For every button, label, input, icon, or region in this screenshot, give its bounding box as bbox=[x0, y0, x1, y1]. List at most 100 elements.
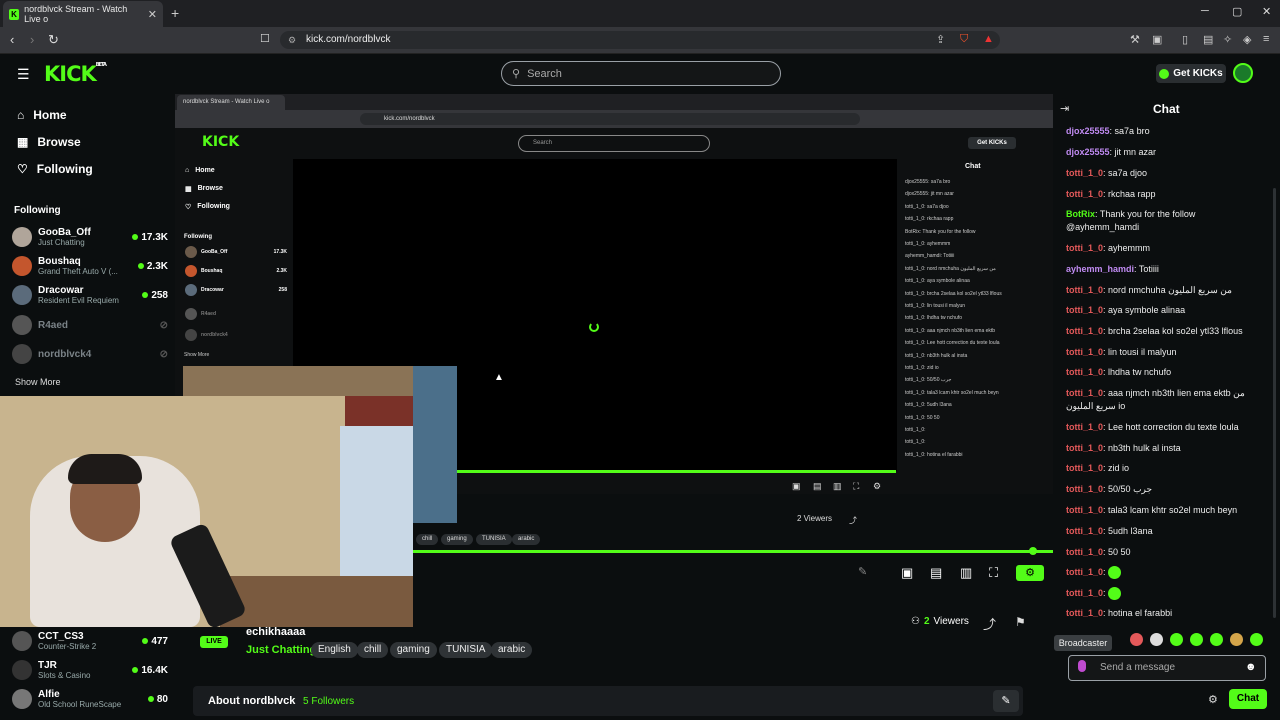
chat-username[interactable]: totti_1_0 bbox=[1066, 326, 1103, 336]
chat-username[interactable]: totti_1_0 bbox=[1066, 168, 1103, 178]
stream-tag[interactable]: arabic bbox=[491, 642, 533, 658]
chat-settings-icon[interactable]: ⚙ bbox=[1208, 693, 1218, 706]
chat-username[interactable]: totti_1_0 bbox=[1066, 608, 1103, 618]
get-kicks-button[interactable]: Get KICKs bbox=[1156, 64, 1226, 83]
emoji-picker-icon[interactable]: ☻ bbox=[1245, 661, 1257, 673]
emote-icon[interactable] bbox=[1150, 633, 1163, 646]
following-item[interactable]: Dracowar Resident Evil Requiem 258 bbox=[12, 282, 168, 308]
emote-icon[interactable] bbox=[1210, 633, 1223, 646]
kick-logo[interactable]: KICKBETA bbox=[44, 62, 107, 86]
chat-username[interactable]: totti_1_0 bbox=[1066, 189, 1103, 199]
following-item[interactable]: TJR Slots & Casino 16.4K bbox=[12, 657, 168, 683]
chat-username[interactable]: totti_1_0 bbox=[1066, 484, 1103, 494]
chat-username[interactable]: totti_1_0 bbox=[1066, 305, 1103, 315]
chat-username[interactable]: djox25555 bbox=[1066, 126, 1110, 136]
chat-username[interactable]: BotRix bbox=[1066, 209, 1095, 219]
emote-icon[interactable] bbox=[1170, 633, 1183, 646]
maximize-icon[interactable]: ▢ bbox=[1232, 5, 1242, 18]
reload-icon[interactable]: ↻ bbox=[48, 32, 59, 48]
send-chat-button[interactable]: Chat bbox=[1229, 689, 1267, 709]
chat-username[interactable]: djox25555 bbox=[1066, 147, 1110, 157]
chat-username[interactable]: totti_1_0 bbox=[1066, 243, 1103, 253]
streamer-name[interactable]: echikhaaaa bbox=[246, 626, 305, 638]
broadcaster-badge-icon[interactable] bbox=[1078, 660, 1086, 672]
close-window-icon[interactable]: ✕ bbox=[1262, 5, 1271, 18]
nav-home[interactable]: ⌂ Home bbox=[17, 108, 67, 122]
close-tab-icon[interactable]: ✕ bbox=[148, 8, 157, 21]
back-icon[interactable]: ‹ bbox=[10, 32, 14, 47]
chat-username[interactable]: totti_1_0 bbox=[1066, 347, 1103, 357]
stream-tag[interactable]: gaming bbox=[390, 642, 437, 658]
chat-username[interactable]: totti_1_0 bbox=[1066, 443, 1103, 453]
share-icon[interactable]: ⇪ bbox=[936, 33, 945, 46]
pip-icon[interactable]: ▥ bbox=[960, 565, 972, 581]
chat-username[interactable]: totti_1_0 bbox=[1066, 526, 1103, 536]
chat-username[interactable]: totti_1_0 bbox=[1066, 367, 1103, 377]
stream-tag[interactable]: chill bbox=[357, 642, 389, 658]
chat-message-input[interactable]: Send a message bbox=[1068, 655, 1266, 681]
chat-scrollbar[interactable] bbox=[1273, 188, 1276, 618]
nav-following[interactable]: ♡ Following bbox=[17, 162, 93, 176]
nested-viewer-count: 17.3K bbox=[273, 249, 287, 255]
bookmark-icon[interactable]: ☐ bbox=[260, 32, 270, 45]
minimize-icon[interactable]: ─ bbox=[1201, 5, 1209, 17]
stream-tag[interactable]: TUNISIA bbox=[439, 642, 493, 658]
chat-username[interactable]: totti_1_0 bbox=[1066, 547, 1103, 557]
chat-username[interactable]: totti_1_0 bbox=[1066, 463, 1103, 473]
menu-icon[interactable]: ≡ bbox=[1263, 33, 1269, 45]
emote-icon[interactable] bbox=[1230, 633, 1243, 646]
wallet-icon[interactable]: ▤ bbox=[1203, 33, 1213, 46]
nested-nav-label: Browse bbox=[197, 185, 223, 192]
edit-about-button[interactable]: ✎ bbox=[993, 690, 1019, 712]
search-input[interactable]: ⚲ Search bbox=[501, 61, 781, 86]
chat-username[interactable]: totti_1_0 bbox=[1066, 388, 1103, 398]
browser-tab[interactable]: K nordblvck Stream - Watch Live o ✕ bbox=[3, 1, 163, 27]
forward-icon[interactable]: › bbox=[30, 32, 34, 47]
address-bar[interactable]: ⚙ kick.com/nordblvck bbox=[280, 31, 1000, 49]
chat-username[interactable]: totti_1_0 bbox=[1066, 588, 1103, 598]
nested-tag: gaming bbox=[441, 534, 473, 545]
screenshot-icon[interactable]: ▣ bbox=[1152, 33, 1162, 46]
share-icon[interactable]: ⤴ bbox=[983, 614, 996, 633]
heart-icon: ♡ bbox=[17, 162, 28, 176]
theater-mode-icon[interactable]: ▣ bbox=[901, 565, 913, 581]
chat-username[interactable]: totti_1_0 bbox=[1066, 567, 1103, 577]
brave-rewards-icon[interactable]: ▲ bbox=[983, 33, 994, 45]
following-item[interactable]: GooBa_Off Just Chatting 17.3K bbox=[12, 224, 168, 250]
chat-username[interactable]: totti_1_0 bbox=[1066, 505, 1103, 515]
nested-share-icon: ⤴ bbox=[849, 516, 857, 525]
collapse-chat-icon[interactable]: ⇥ bbox=[1060, 102, 1069, 115]
nav-browse[interactable]: ▦ Browse bbox=[17, 135, 81, 149]
following-item[interactable]: R4aed ⊘ bbox=[12, 312, 168, 338]
following-item[interactable]: nordblvck4 ⊘ bbox=[12, 341, 168, 367]
settings-gear-button[interactable]: ⚙ bbox=[1016, 565, 1044, 581]
brave-shield-icon[interactable]: ⛉ bbox=[960, 33, 968, 46]
emote-icon[interactable] bbox=[1130, 633, 1143, 646]
show-more-link[interactable]: Show More bbox=[15, 377, 61, 387]
following-item[interactable]: Boushaq Grand Theft Auto V (... 2.3K bbox=[12, 253, 168, 279]
user-avatar[interactable] bbox=[1233, 63, 1253, 83]
edit-pen-icon[interactable]: ✎ bbox=[858, 565, 867, 578]
hamburger-menu-icon[interactable]: ☰ bbox=[17, 66, 30, 83]
nested-tag: TUNISIA bbox=[476, 534, 512, 545]
chat-username[interactable]: totti_1_0 bbox=[1066, 285, 1103, 295]
leo-ai-icon[interactable]: ✧ bbox=[1223, 33, 1232, 46]
sidebar-toggle-icon[interactable]: ▯ bbox=[1182, 33, 1188, 46]
following-item[interactable]: CCT_CS3 Counter-Strike 2 477 bbox=[12, 628, 168, 654]
following-item[interactable]: Alfie Old School RuneScape 80 bbox=[12, 686, 168, 712]
stream-tag[interactable]: English bbox=[311, 642, 358, 658]
clip-icon[interactable]: ▤ bbox=[930, 565, 942, 581]
clip-user-icon[interactable]: ⚑ bbox=[1015, 615, 1026, 629]
progress-handle[interactable] bbox=[1029, 547, 1037, 555]
video-progress-bar[interactable] bbox=[413, 550, 1053, 553]
emote-icon[interactable] bbox=[1250, 633, 1263, 646]
chat-username[interactable]: ayhemm_hamdi bbox=[1066, 264, 1134, 274]
site-info-icon[interactable]: ⚙ bbox=[288, 31, 296, 49]
fullscreen-icon[interactable]: ⛶ bbox=[989, 565, 998, 581]
emote-icon[interactable] bbox=[1190, 633, 1203, 646]
chat-username[interactable]: totti_1_0 bbox=[1066, 422, 1103, 432]
extensions-icon[interactable]: ⚒ bbox=[1130, 33, 1140, 46]
vpn-icon[interactable]: ◈ bbox=[1243, 33, 1251, 46]
stream-category-link[interactable]: Just Chatting bbox=[246, 644, 316, 656]
new-tab-icon[interactable]: + bbox=[171, 5, 179, 21]
